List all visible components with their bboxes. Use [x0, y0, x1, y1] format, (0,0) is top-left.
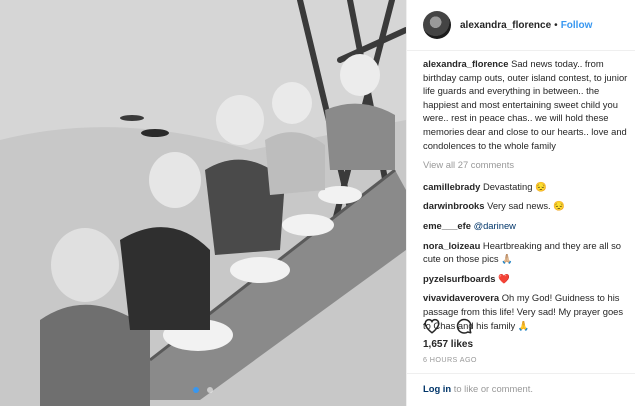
comment-username[interactable]: eme___efe [423, 220, 471, 231]
login-footer: Log in to like or comment. [407, 373, 635, 406]
comment-username[interactable]: darwinbrooks [423, 200, 484, 211]
comment-username[interactable]: vivavidaverovera [423, 292, 499, 303]
comments-feed: alexandra_florence Sad news today.. from… [423, 57, 628, 338]
photo-illustration [0, 0, 406, 406]
speech-bubble-icon[interactable] [455, 317, 473, 335]
comment-text: Devastating 😔 [482, 180, 547, 192]
comment-text: ❤️ [498, 272, 510, 284]
comment: eme___efe @darinew [423, 219, 628, 233]
post-header: alexandra_florence • Follow [407, 0, 635, 51]
login-link[interactable]: Log in [423, 383, 451, 394]
action-bar [423, 315, 487, 337]
comment-username[interactable]: pyzelsurfboards [423, 273, 495, 284]
carousel-indicator [0, 380, 406, 398]
post-timestamp: 6 HOURS AGO [423, 355, 477, 364]
comment: darwinbrooks Very sad news. 😔 [423, 199, 628, 213]
caption-username[interactable]: alexandra_florence [423, 58, 508, 69]
comment: camillebrady Devastating 😔 [423, 180, 628, 194]
header-username[interactable]: alexandra_florence [460, 20, 551, 31]
post-sidebar: alexandra_florence • Follow alexandra_fl… [406, 0, 635, 406]
avatar[interactable] [423, 11, 451, 39]
comment-mention-link[interactable]: @darinew [474, 220, 516, 231]
caption-text: Sad news today.. from birthday camp outs… [423, 58, 628, 151]
carousel-dot-active [192, 387, 199, 393]
comment-username[interactable]: nora_loizeau [423, 240, 480, 251]
follow-button[interactable]: Follow [561, 20, 593, 31]
likes-count[interactable]: 1,657 likes [423, 339, 473, 350]
instagram-post: alexandra_florence • Follow alexandra_fl… [0, 0, 635, 406]
comment: nora_loizeau Heartbreaking and they are … [423, 239, 628, 266]
comment: pyzelsurfboards ❤️ [423, 272, 628, 286]
header-separator: • [554, 19, 558, 31]
comment-text: Very sad news. 😔 [487, 200, 565, 212]
caption: alexandra_florence Sad news today.. from… [423, 57, 628, 152]
comment-username[interactable]: camillebrady [423, 181, 480, 192]
carousel-dot [207, 387, 214, 393]
login-prompt-text: to like or comment. [451, 383, 533, 394]
view-all-comments-link[interactable]: View all 27 comments [423, 158, 628, 172]
post-photo[interactable] [0, 0, 406, 406]
heart-outline-icon[interactable] [423, 317, 441, 335]
